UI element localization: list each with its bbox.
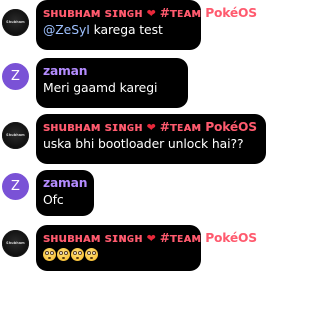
sender-name[interactable]: zaman <box>43 64 179 79</box>
avatar[interactable]: Z <box>2 173 29 200</box>
message-bubble[interactable]: zaman Meri gaamd karegi <box>36 58 188 108</box>
message-text: Meri gaamd karegi <box>43 80 158 95</box>
avatar-label: Shubham <box>6 19 25 25</box>
sender-name-text: sʜuʙʜᴀᴍ sɪɴɢʜ <box>43 231 143 245</box>
message-bubble[interactable]: sʜuʙʜᴀᴍ sɪɴɢʜ ❤ #ᴛᴇᴀᴍ PokéOS <box>36 225 257 271</box>
flushed-face-icon <box>85 248 98 261</box>
avatar-letter: Z <box>11 179 20 194</box>
flushed-face-icon <box>57 248 70 261</box>
sender-name[interactable]: sʜuʙʜᴀᴍ sɪɴɢʜ ❤ #ᴛᴇᴀᴍ PokéOS <box>43 6 257 21</box>
sender-tag: #ᴛᴇᴀᴍ PokéOS <box>159 120 257 134</box>
sender-tag: #ᴛᴇᴀᴍ PokéOS <box>159 231 257 245</box>
flushed-face-icon <box>43 248 56 261</box>
heart-icon: ❤ <box>146 7 156 20</box>
message-bubble[interactable]: sʜuʙʜᴀᴍ sɪɴɢʜ ❤ #ᴛᴇᴀᴍ PokéOS uska bhi bo… <box>36 114 266 164</box>
sender-name-text: sʜuʙʜᴀᴍ sɪɴɢʜ <box>43 6 143 20</box>
sender-name[interactable]: sʜuʙʜᴀᴍ sɪɴɢʜ ❤ #ᴛᴇᴀᴍ PokéOS <box>43 120 257 135</box>
sender-name[interactable]: zaman <box>43 176 88 191</box>
message-body: karega test <box>93 22 163 37</box>
avatar-letter: Z <box>11 69 20 84</box>
message-text: Ofc <box>43 192 64 207</box>
avatar[interactable]: Z <box>2 63 29 90</box>
message-text: @ZeSyI karega test <box>43 21 192 38</box>
message-bubble[interactable]: sʜuʙʜᴀᴍ sɪɴɢʜ ❤ #ᴛᴇᴀᴍ PokéOS @ZeSyI kare… <box>36 0 257 50</box>
avatar[interactable]: Shubham <box>2 230 29 257</box>
avatar-label: Shubham <box>6 240 25 246</box>
user-mention-link[interactable]: @ZeSyI <box>43 22 90 37</box>
heart-icon: ❤ <box>146 232 156 245</box>
emoji-row <box>43 248 98 261</box>
avatar[interactable]: Shubham <box>2 122 29 149</box>
heart-icon: ❤ <box>146 121 156 134</box>
avatar[interactable]: Shubham <box>2 9 29 36</box>
chat-transcript: Shubham sʜuʙʜᴀᴍ sɪɴɢʜ ❤ #ᴛᴇᴀᴍ PokéOS @Ze… <box>0 0 277 320</box>
avatar-label: Shubham <box>6 132 25 138</box>
sender-name-text: sʜuʙʜᴀᴍ sɪɴɢʜ <box>43 120 143 134</box>
message-bubble[interactable]: zaman Ofc <box>36 170 94 216</box>
flushed-face-icon <box>71 248 84 261</box>
sender-name[interactable]: sʜuʙʜᴀᴍ sɪɴɢʜ ❤ #ᴛᴇᴀᴍ PokéOS <box>43 231 257 246</box>
sender-tag: #ᴛᴇᴀᴍ PokéOS <box>159 6 257 20</box>
message-text: uska bhi bootloader unlock hai?? <box>43 136 244 151</box>
